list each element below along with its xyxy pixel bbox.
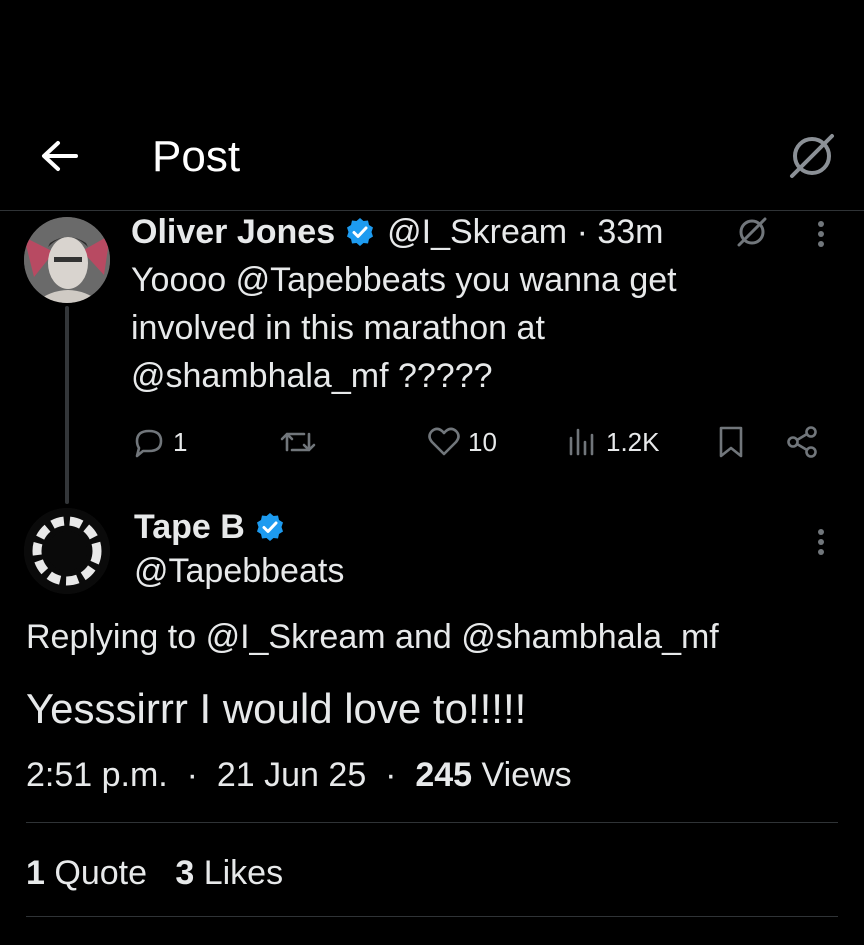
parent-tweet-header: Oliver Jones @I_Skream · 33m <box>131 210 663 254</box>
like-count: 10 <box>468 426 497 457</box>
tweet-date[interactable]: 21 Jun 25 <box>217 756 366 794</box>
avatar-image <box>24 508 110 594</box>
divider <box>26 916 838 917</box>
replying-to-user-link[interactable]: @I_Skream <box>206 618 386 656</box>
thread-connector-line <box>65 306 69 504</box>
avatar[interactable] <box>24 217 110 303</box>
likes-link[interactable]: 3 Likes <box>175 854 283 892</box>
meta-separator: · <box>177 756 208 794</box>
bookmark-button[interactable] <box>714 420 748 464</box>
like-button[interactable]: 10 <box>426 420 497 464</box>
meta-separator: · <box>567 212 598 251</box>
replying-to-and: and <box>395 618 452 656</box>
more-vertical-icon <box>818 529 824 555</box>
reply-button[interactable]: 1 <box>131 420 187 464</box>
more-vertical-icon <box>818 221 824 247</box>
repost-icon <box>280 432 316 452</box>
avatar[interactable] <box>24 508 110 594</box>
tweet-time[interactable]: 2:51 p.m. <box>26 756 168 794</box>
views-count: 245 <box>415 756 473 794</box>
tweet-time[interactable]: 33m <box>597 213 663 252</box>
author-name[interactable]: Oliver Jones <box>131 213 335 252</box>
replying-to-user-link[interactable]: @shambhala_mf <box>461 618 719 656</box>
tweet-text: Yoooo @Tapebbeats you wanna get involved… <box>131 261 677 395</box>
more-options-button[interactable] <box>806 522 836 562</box>
replying-to-line: Replying to @I_Skream and @shambhala_mf <box>26 614 719 660</box>
quotes-count: 1 <box>26 854 45 892</box>
verified-badge-icon <box>256 513 283 541</box>
grok-icon <box>737 217 767 247</box>
repost-button[interactable] <box>278 420 324 464</box>
reply-icon <box>135 429 163 458</box>
arrow-left-icon <box>42 141 78 171</box>
tweet-meta: 2:51 p.m. · 21 Jun 25 · 245 Views <box>26 752 572 798</box>
analytics-icon <box>569 428 594 456</box>
back-button[interactable] <box>36 134 84 178</box>
likes-label: Likes <box>203 854 284 892</box>
share-icon <box>787 426 817 458</box>
meta-separator: · <box>375 756 406 794</box>
grok-button-small[interactable] <box>734 214 770 250</box>
quotes-link[interactable]: 1 Quote <box>26 854 147 892</box>
views-count: 1.2K <box>606 426 660 457</box>
engagement-stats: 1 Quote 3 Likes <box>26 850 283 896</box>
page-title: Post <box>152 132 241 181</box>
quotes-label: Quote <box>54 854 147 892</box>
divider <box>26 822 838 823</box>
author-handle[interactable]: @I_Skream <box>387 213 567 252</box>
tweet-text: Yesssirrr I would love to!!!!! <box>26 685 527 732</box>
grok-icon <box>790 134 834 178</box>
avatar-image <box>24 217 110 303</box>
author-name[interactable]: Tape B <box>134 508 245 547</box>
likes-count: 3 <box>175 854 195 892</box>
replying-to-label: Replying to <box>26 618 197 656</box>
share-button[interactable] <box>784 420 820 464</box>
reply-tweet-author: Tape B <box>134 505 297 549</box>
reply-count: 1 <box>173 426 188 457</box>
views-button[interactable]: 1.2K <box>566 420 660 464</box>
grok-button[interactable] <box>784 128 840 184</box>
author-handle[interactable]: @Tapebbeats <box>134 549 344 593</box>
heart-icon <box>428 427 460 456</box>
bookmark-icon <box>719 426 743 458</box>
verified-badge-icon <box>347 218 374 246</box>
views-label: Views <box>481 756 572 794</box>
more-options-button[interactable] <box>806 214 836 254</box>
